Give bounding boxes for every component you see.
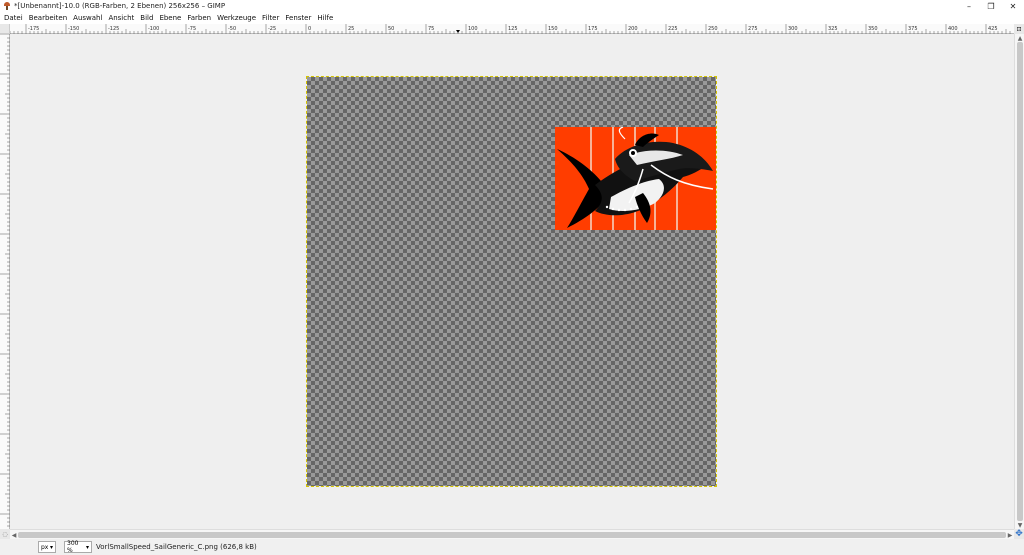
pointer-marker-icon [456, 30, 460, 33]
ruler-label: 0 [308, 26, 311, 32]
zoom-select[interactable]: 300 % ▾ [64, 540, 92, 554]
quick-mask-toggle-icon[interactable]: ◌ [0, 529, 10, 539]
catfish-image [557, 127, 714, 230]
scroll-down-icon[interactable]: ▼ [1015, 521, 1024, 529]
ruler-corner[interactable] [0, 24, 10, 34]
ruler-label: -150 [68, 26, 79, 32]
ruler-label: 300 [788, 26, 798, 32]
gimp-icon [4, 2, 10, 10]
ruler-label: 225 [668, 26, 678, 32]
ruler-label: 150 [548, 26, 558, 32]
ruler-label: 200 [628, 26, 638, 32]
unit-select[interactable]: px ▾ [38, 541, 56, 553]
ruler-label: 325 [828, 26, 838, 32]
navigate-icon[interactable]: ✥ [1014, 529, 1024, 539]
menu-ebene[interactable]: Ebene [156, 14, 184, 22]
status-bar: px ▾ 300 % ▾ VorlSmallSpeed_SailGeneric_… [0, 539, 1024, 555]
ruler-label: 75 [428, 26, 434, 32]
menu-bearbeiten[interactable]: Bearbeiten [26, 14, 70, 22]
close-button[interactable]: ✕ [1002, 0, 1024, 12]
menu-auswahl[interactable]: Auswahl [70, 14, 105, 22]
ruler-label: -175 [28, 26, 39, 32]
window-title: *[Unbenannt]-10.0 (RGB-Farben, 2 Ebenen)… [14, 2, 226, 10]
ruler-label: -25 [268, 26, 276, 32]
title-bar: *[Unbenannt]-10.0 (RGB-Farben, 2 Ebenen)… [0, 0, 1024, 12]
ruler-label: 350 [868, 26, 878, 32]
ruler-label: -125 [108, 26, 119, 32]
image-canvas[interactable] [306, 76, 717, 487]
horizontal-scroll-thumb[interactable] [18, 532, 1006, 538]
menu-datei[interactable]: Datei [0, 14, 26, 22]
ruler-label: 25 [348, 26, 354, 32]
scroll-up-icon[interactable]: ▲ [1015, 34, 1024, 42]
chevron-down-icon: ▾ [49, 543, 53, 551]
ruler-label: 275 [748, 26, 758, 32]
menu-bild[interactable]: Bild [137, 14, 156, 22]
zoom-value: 300 % [67, 540, 79, 554]
menu-fenster[interactable]: Fenster [282, 14, 314, 22]
ruler-label: 400 [948, 26, 958, 32]
ruler-label: 375 [908, 26, 918, 32]
ruler-label: 100 [468, 26, 478, 32]
menu-ansicht[interactable]: Ansicht [105, 14, 137, 22]
horizontal-ruler[interactable]: -175 -150 -125 -100 -75 -50 -25 0 25 50 75 100 125 15… [10, 24, 1014, 34]
status-message: VorlSmallSpeed_SailGeneric_C.png (626,8 … [96, 543, 257, 551]
window-controls: – ❐ ✕ [958, 0, 1024, 12]
menu-farben[interactable]: Farben [184, 14, 214, 22]
unit-value: px [41, 543, 49, 551]
horizontal-scrollbar[interactable]: ◀ ▶ [10, 529, 1014, 539]
ruler-label: 250 [708, 26, 718, 32]
ruler-label: 50 [388, 26, 394, 32]
vertical-ruler[interactable] [0, 34, 10, 529]
chevron-down-icon: ▾ [85, 543, 89, 551]
vertical-scrollbar[interactable]: ▲ ▼ [1014, 34, 1024, 529]
catfish-layer[interactable] [555, 127, 716, 230]
zoom-to-fit-icon[interactable]: ⊡ [1014, 24, 1024, 34]
canvas-area[interactable] [10, 34, 1014, 529]
ruler-label: 175 [588, 26, 598, 32]
ruler-label: 425 [988, 26, 998, 32]
menu-werkzeuge[interactable]: Werkzeuge [214, 14, 259, 22]
maximize-button[interactable]: ❐ [980, 0, 1002, 12]
ruler-label: -75 [188, 26, 196, 32]
vertical-scroll-thumb[interactable] [1017, 42, 1023, 521]
menu-hilfe[interactable]: Hilfe [314, 14, 336, 22]
menu-bar: Datei Bearbeiten Auswahl Ansicht Bild Eb… [0, 12, 1024, 24]
menu-filter[interactable]: Filter [259, 14, 282, 22]
minimize-button[interactable]: – [958, 0, 980, 12]
ruler-label: 125 [508, 26, 518, 32]
ruler-label: -100 [148, 26, 159, 32]
ruler-label: -50 [228, 26, 236, 32]
